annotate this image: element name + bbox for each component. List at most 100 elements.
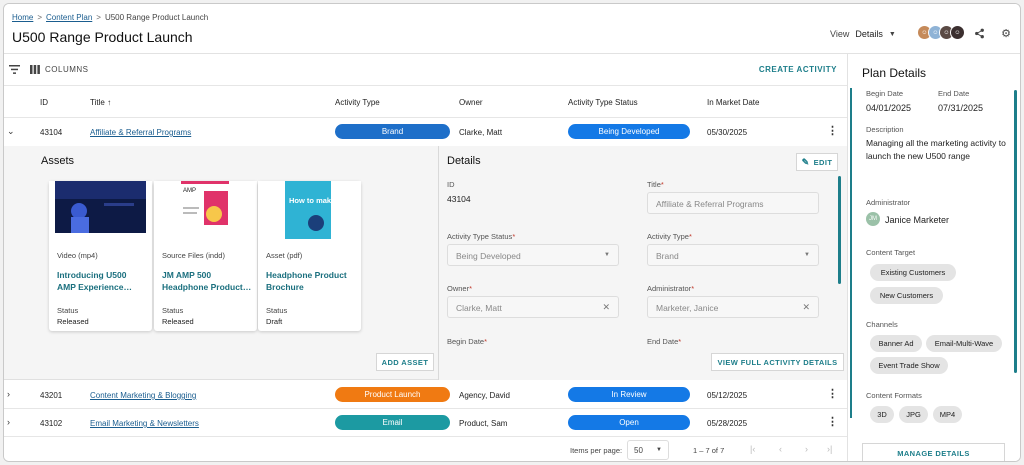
target-chip: Existing Customers [870, 264, 956, 281]
close-icon[interactable]: ✕ [802, 302, 810, 313]
row-owner: Product, Sam [459, 419, 508, 428]
expanded-row-panel: Assets Video (mp4) Introducing U500 AMP … [4, 146, 847, 380]
asset-name[interactable]: Introducing U500 [57, 269, 149, 282]
view-value: Details [855, 29, 883, 39]
breadcrumb-current: U500 Range Product Launch [104, 13, 209, 22]
close-icon[interactable]: ✕ [602, 302, 610, 313]
plan-details-title: Plan Details [862, 66, 927, 80]
breadcrumb: Home > Content Plan > U500 Range Product… [12, 13, 208, 22]
chevron-right-icon[interactable]: › [7, 417, 10, 427]
share-icon[interactable] [972, 26, 986, 40]
asset-type: Video (mp4) [57, 251, 98, 260]
asset-card[interactable]: AMP Source Files (indd) JM AMP 500 Headp… [154, 181, 257, 331]
activity-type-pill: Product Launch [335, 387, 450, 402]
col-header-id[interactable]: ID [40, 98, 48, 107]
details-scrollbar[interactable] [838, 176, 841, 284]
more-vert-icon[interactable]: ⋮ [827, 387, 838, 400]
edit-button[interactable]: ✎ EDIT [796, 153, 838, 171]
gear-icon[interactable]: ⚙ [999, 26, 1013, 40]
format-chip: JPG [899, 406, 928, 423]
plan-description: Managing all the marketing activity to l… [866, 138, 1006, 161]
row-id: 43102 [40, 419, 63, 428]
asset-thumbnail: AMP [154, 181, 257, 239]
collaborator-avatars[interactable]: ☺ ☺ ☺ ☺ [917, 25, 965, 40]
owner-field-value: Clarke, Matt [456, 303, 502, 313]
plan-admin-name: Janice Marketer [885, 215, 950, 225]
plan-admin-label: Administrator [866, 198, 911, 207]
row-title-link[interactable]: Affiliate & Referral Programs [90, 128, 191, 137]
col-header-owner[interactable]: Owner [459, 98, 483, 107]
col-header-market-date[interactable]: In Market Date [707, 98, 759, 107]
row-title-link[interactable]: Content Marketing & Blogging [90, 391, 196, 400]
owner-field[interactable]: Clarke, Matt ✕ [447, 296, 619, 318]
target-chip: New Customers [870, 287, 943, 304]
add-asset-button[interactable]: ADD ASSET [376, 353, 434, 371]
type-select-value: Brand [656, 251, 679, 261]
asset-name[interactable]: JM AMP 500 [162, 269, 254, 282]
avatar[interactable]: ☺ [950, 25, 965, 40]
asset-status-label: Status [57, 306, 79, 315]
formats-label: Content Formats [866, 391, 922, 400]
required-marker: * [484, 337, 488, 346]
view-selector[interactable]: View Details ▼ [830, 29, 896, 39]
row-id: 43104 [40, 128, 63, 137]
more-vert-icon[interactable]: ⋮ [827, 124, 838, 137]
panel-scrollbar[interactable] [1014, 90, 1017, 373]
status-label-text: Activity Type Status [447, 232, 513, 241]
more-vert-icon[interactable]: ⋮ [827, 415, 838, 428]
breadcrumb-separator: > [37, 13, 43, 22]
table-row[interactable]: ⌄ 43104 Affiliate & Referral Programs Br… [4, 118, 847, 146]
plan-description-label: Description [866, 125, 904, 134]
required-marker: * [691, 284, 695, 293]
chevron-down-icon: ▼ [656, 447, 662, 453]
required-marker: * [688, 232, 692, 241]
asset-name[interactable]: Headphone Product [266, 269, 358, 282]
asset-status: Released [162, 317, 194, 326]
row-owner: Clarke, Matt [459, 128, 503, 137]
admin-field[interactable]: Marketer, Janice ✕ [647, 296, 819, 318]
row-title-link[interactable]: Email Marketing & Newsletters [90, 419, 199, 428]
status-pill: Being Developed [568, 124, 690, 139]
breadcrumb-content-plan[interactable]: Content Plan [46, 13, 92, 22]
col-header-activity-type[interactable]: Activity Type [335, 98, 380, 107]
view-full-details-button[interactable]: VIEW FULL ACTIVITY DETAILS [711, 353, 844, 371]
table-row[interactable]: › 43102 Email Marketing & Newsletters Em… [4, 409, 847, 437]
begin-date-label: Begin Date* [447, 337, 487, 346]
view-label: View [830, 29, 850, 39]
table-row[interactable]: › 43201 Content Marketing & Blogging Pro… [4, 381, 847, 409]
channel-chip: Email-Multi-Wave [926, 335, 1002, 352]
title-field[interactable]: Affiliate & Referral Programs [647, 192, 819, 214]
first-page-icon[interactable]: |‹ [750, 444, 755, 454]
channel-chip: Event Trade Show [870, 357, 948, 374]
asset-thumbnail [49, 181, 152, 239]
last-page-icon[interactable]: ›| [827, 444, 832, 454]
chevron-down-icon[interactable]: ⌄ [7, 126, 15, 137]
asset-card[interactable]: How to make it hello Asset (pdf) Headpho… [258, 181, 362, 331]
paginator: Items per page: 50 ▼ 1 – 7 of 7 |‹ ‹ › ›| [4, 437, 847, 461]
status-pill: In Review [568, 387, 690, 402]
asset-card[interactable]: Video (mp4) Introducing U500 AMP Experie… [49, 181, 152, 331]
asset-status-label: Status [162, 306, 184, 315]
asset-name-line2[interactable]: Headphone Product… [162, 282, 252, 292]
title-label: Title* [647, 180, 664, 189]
create-activity-button[interactable]: CREATE ACTIVITY [759, 65, 837, 74]
admin-label: Administrator* [647, 284, 694, 293]
asset-name-line2[interactable]: AMP Experience… [57, 282, 147, 292]
status-select[interactable]: Being Developed ▼ [447, 244, 619, 266]
items-per-page-select[interactable]: 50 ▼ [627, 440, 669, 460]
next-page-icon[interactable]: › [805, 444, 808, 454]
col-header-title[interactable]: Title ↑ [90, 98, 111, 107]
filter-icon[interactable] [9, 65, 20, 77]
asset-name-line2[interactable]: Brochure [266, 282, 356, 292]
avatar: JM [866, 212, 880, 226]
manage-details-button[interactable]: MANAGE DETAILS [862, 443, 1005, 461]
items-per-page-label: Items per page: [570, 446, 623, 455]
prev-page-icon[interactable]: ‹ [779, 444, 782, 454]
status-label: Activity Type Status* [447, 232, 515, 241]
chevron-right-icon[interactable]: › [7, 389, 10, 399]
breadcrumb-home[interactable]: Home [12, 13, 33, 22]
row-owner: Agency, David [459, 391, 510, 400]
type-select[interactable]: Brand ▼ [647, 244, 819, 266]
columns-button[interactable]: COLUMNS [30, 65, 89, 74]
col-header-status[interactable]: Activity Type Status [568, 98, 638, 107]
